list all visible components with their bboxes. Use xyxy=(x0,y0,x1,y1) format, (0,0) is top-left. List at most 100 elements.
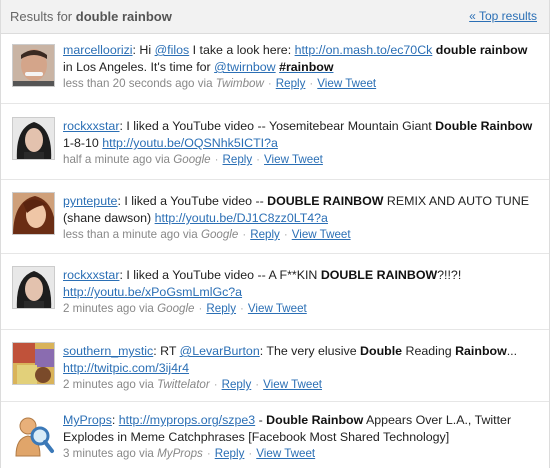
tweet-meta: less than a minute ago via Google · Reply ·… xyxy=(63,227,537,243)
meta-separator: · xyxy=(242,228,247,241)
magnifier-person-icon xyxy=(12,414,55,457)
tweet-text: in Los Angeles. It's time for xyxy=(63,60,215,74)
view-tweet-link[interactable]: View Tweet xyxy=(263,378,322,391)
tweet-item: MyProps: http://myprops.org/szpe3 - Doub… xyxy=(1,402,549,468)
highlight-term: Double xyxy=(360,344,403,358)
timestamp: half a minute ago via xyxy=(63,153,170,166)
reply-link[interactable]: Reply xyxy=(206,302,236,315)
url-link[interactable]: http://youtu.be/xPoGsmLmlGc?a xyxy=(63,285,242,299)
tweet-text: : I liked a YouTube video -- Yosemitebea… xyxy=(119,119,436,133)
tweet-body: marcelloorizi: Hi @filos I take a look h… xyxy=(63,42,537,92)
tweet-text: ... xyxy=(506,344,518,358)
url-link[interactable]: http://youtu.be/DJ1C8zz0LT4?a xyxy=(155,211,328,225)
results-title-prefix: Results for xyxy=(10,9,73,24)
tweet-body: pyntepute: I liked a YouTube video -- DO… xyxy=(63,193,537,243)
tweet-username[interactable]: rockxxstar xyxy=(63,119,119,133)
highlight-term: Rainbow xyxy=(455,344,507,358)
meta-separator: · xyxy=(267,77,272,90)
meta-separator: · xyxy=(198,302,203,315)
highlight-term: DOUBLE RAINBOW xyxy=(320,268,438,282)
tweet-text: : The very elusive xyxy=(259,344,361,358)
mention-link[interactable]: @filos xyxy=(155,43,190,57)
tweet-text: ?!!?! xyxy=(437,268,462,282)
avatar[interactable] xyxy=(12,342,55,385)
avatar[interactable] xyxy=(12,414,55,457)
reply-link[interactable]: Reply xyxy=(215,447,245,460)
avatar-image xyxy=(13,267,54,308)
url-link[interactable]: http://youtu.be/OQSNhk5ICTI?a xyxy=(102,136,278,150)
avatar-image xyxy=(13,45,54,86)
tweet-meta: 3 minutes ago via MyProps · Reply · View Twe… xyxy=(63,446,537,462)
reply-link[interactable]: Reply xyxy=(250,228,280,241)
tweet-username[interactable]: southern_mystic xyxy=(63,344,153,358)
tweet-text: : xyxy=(111,413,119,427)
meta-separator: · xyxy=(283,228,288,241)
avatar[interactable] xyxy=(12,44,55,87)
timestamp: 2 minutes ago via xyxy=(63,302,154,315)
meta-separator: · xyxy=(255,378,260,391)
avatar-image xyxy=(13,193,54,234)
url-link[interactable]: http://twitpic.com/3ij4r4 xyxy=(63,361,189,375)
meta-separator: · xyxy=(309,77,314,90)
avatar[interactable] xyxy=(12,192,55,235)
tweet-item: rockxxstar: I liked a YouTube video -- Y… xyxy=(1,104,549,180)
meta-separator: · xyxy=(213,378,218,391)
tweet-text: Reading xyxy=(402,344,456,358)
timestamp: 3 minutes ago via xyxy=(63,447,154,460)
tweet-username[interactable]: rockxxstar xyxy=(63,268,119,282)
avatar[interactable] xyxy=(12,266,55,309)
meta-separator: · xyxy=(256,153,261,166)
hashtag-link[interactable]: #rainbow xyxy=(279,60,333,74)
reply-link[interactable]: Reply xyxy=(222,378,252,391)
avatar-image xyxy=(13,118,54,159)
tweet-text: I take a look here: xyxy=(189,43,295,57)
tweet-meta: 2 minutes ago via Google · Reply · View Twee… xyxy=(63,301,537,317)
meta-separator: · xyxy=(214,153,219,166)
tweet-username[interactable]: marcelloorizi xyxy=(63,43,133,57)
tweet-body: MyProps: http://myprops.org/szpe3 - Doub… xyxy=(63,412,537,462)
avatar-image xyxy=(13,343,54,384)
reply-link[interactable]: Reply xyxy=(276,77,306,90)
results-header: Results for double rainbow « Top results xyxy=(1,0,549,34)
reply-link[interactable]: Reply xyxy=(223,153,253,166)
highlight-term: DOUBLE RAINBOW xyxy=(267,194,384,208)
results-title: Results for double rainbow xyxy=(10,9,172,24)
highlight-term: Double Rainbow xyxy=(266,413,364,427)
tweet-text: : I liked a YouTube video -- xyxy=(117,194,268,208)
url-link[interactable]: http://on.mash.to/ec70Ck xyxy=(295,43,433,57)
highlight-term: double rainbow xyxy=(435,43,528,57)
tweet-meta: half a minute ago via Google · Reply · View … xyxy=(63,152,537,168)
view-tweet-link[interactable]: View Tweet xyxy=(256,447,315,460)
view-tweet-link[interactable]: View Tweet xyxy=(248,302,307,315)
top-results-link[interactable]: « Top results xyxy=(469,9,537,23)
tweet-text: : RT xyxy=(153,344,180,358)
tweet-item: rockxxstar: I liked a YouTube video -- A… xyxy=(1,254,549,330)
tweet-text: - xyxy=(255,413,267,427)
tweet-meta: 2 minutes ago via Twittelator · Reply · View… xyxy=(63,377,537,393)
tweet-body: rockxxstar: I liked a YouTube video -- A… xyxy=(63,267,537,317)
tweet-username[interactable]: pyntepute xyxy=(63,194,117,208)
meta-separator: · xyxy=(206,447,211,460)
tweet-text: : I liked a YouTube video -- A F**KIN xyxy=(119,268,321,282)
tweet-text: : Hi xyxy=(132,43,155,57)
tweet-text: 1-8-10 xyxy=(63,136,103,150)
avatar[interactable] xyxy=(12,117,55,160)
tweet-source: Google xyxy=(200,228,239,241)
hashtag-text: #rainbow xyxy=(279,60,334,74)
meta-separator: · xyxy=(248,447,253,460)
tweet-source: Google xyxy=(157,302,195,315)
timestamp: 2 minutes ago via xyxy=(63,378,154,391)
tweet-source: MyProps xyxy=(157,447,203,460)
tweet-source: Twimbow xyxy=(215,77,264,90)
url-link[interactable]: http://myprops.org/szpe3 xyxy=(119,413,255,427)
tweet-username[interactable]: MyProps xyxy=(63,413,112,427)
view-tweet-link[interactable]: View Tweet xyxy=(317,77,376,90)
highlight-term: Double Rainbow xyxy=(435,119,533,133)
view-tweet-link[interactable]: View Tweet xyxy=(292,228,351,241)
tweet-item: marcelloorizi: Hi @filos I take a look h… xyxy=(1,34,549,104)
mention-link[interactable]: @twirnbow xyxy=(214,60,275,74)
tweet-source: Google xyxy=(173,153,211,166)
mention-link[interactable]: @LevarBurton xyxy=(180,344,260,358)
tweet-body: southern_mystic: RT @LevarBurton: The ve… xyxy=(63,343,537,393)
view-tweet-link[interactable]: View Tweet xyxy=(264,153,323,166)
